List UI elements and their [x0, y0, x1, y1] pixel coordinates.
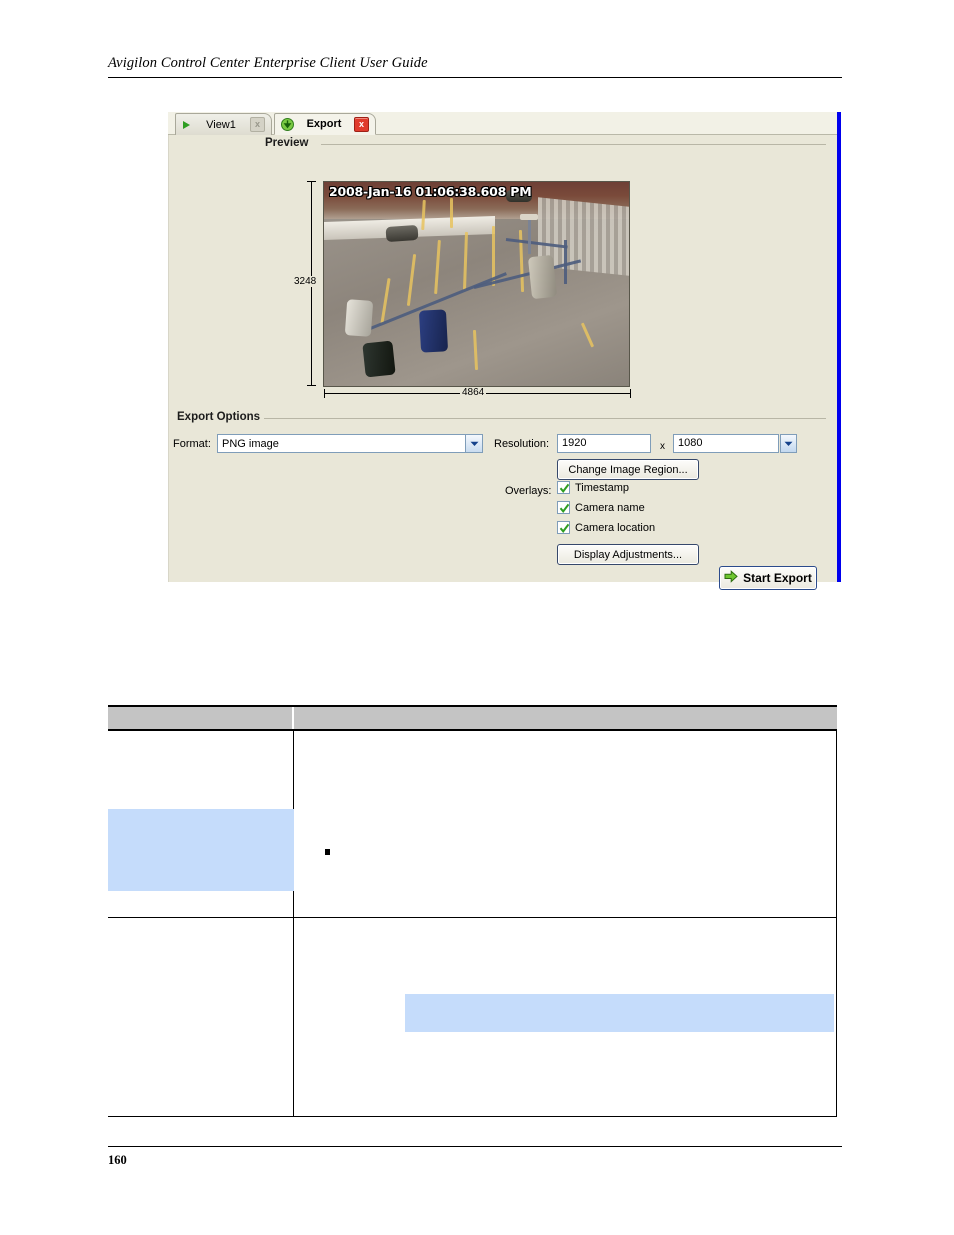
page-number: 160 [108, 1153, 127, 1167]
tab-export-label: Export [306, 118, 342, 130]
table-row [108, 918, 837, 1117]
start-export-label: Start Export [743, 571, 812, 585]
preview-light-head [520, 214, 538, 220]
overlay-camera-name-row[interactable]: Camera name [557, 501, 645, 514]
change-image-region-button[interactable]: Change Image Region... [557, 459, 699, 480]
header-divider [108, 77, 842, 78]
height-dimension-label: 3248 [292, 276, 319, 287]
export-panel: Preview 2008-Jan-16 01:06:38.608 PM 3248… [168, 135, 837, 590]
table-cell-content [294, 731, 837, 917]
download-arrow-icon [281, 117, 294, 131]
overlay-timestamp-checkbox[interactable] [557, 481, 570, 494]
overlay-timestamp-label: Timestamp [575, 481, 629, 494]
tab-view1[interactable]: View1 x [175, 113, 272, 135]
overlay-camera-name-label: Camera name [575, 501, 645, 514]
overlay-camera-name-checkbox[interactable] [557, 501, 570, 514]
resolution-preset-dropdown[interactable] [780, 434, 797, 453]
table-header-cell-1 [108, 707, 294, 729]
preview-image: 2008-Jan-16 01:06:38.608 PM [323, 181, 630, 387]
footer-divider [108, 1146, 842, 1147]
export-options-group-line [261, 418, 826, 419]
preview-group-line [321, 144, 826, 145]
resolution-height-input[interactable]: 1080 [673, 434, 779, 453]
format-select[interactable]: PNG image [217, 434, 483, 453]
document-footer: 160 [108, 1146, 842, 1168]
table-header-cell-2 [294, 707, 837, 729]
tab-strip: View1 x Export x [168, 112, 837, 135]
tab-export[interactable]: Export x [274, 113, 376, 135]
preview-car [344, 299, 374, 337]
overlays-label: Overlays: [505, 485, 552, 497]
preview-car [362, 340, 396, 378]
play-icon [183, 120, 190, 129]
overlay-camera-location-label: Camera location [575, 521, 656, 534]
window-right-border [837, 112, 841, 582]
document-header-title: Avigilon Control Center Enterprise Clien… [108, 55, 428, 71]
table-header-row [108, 707, 837, 731]
table-cell-content [294, 918, 837, 1116]
tab-export-close-icon[interactable]: x [354, 116, 369, 132]
start-export-button[interactable]: Start Export [719, 566, 817, 590]
preview-stripe [450, 198, 453, 228]
reference-table [108, 705, 837, 1117]
preview-car [385, 224, 419, 243]
overlay-timestamp-row[interactable]: Timestamp [557, 481, 629, 494]
preview-car [527, 254, 558, 300]
resolution-separator: x [660, 441, 665, 452]
table-row [108, 731, 837, 918]
display-adjustments-button[interactable]: Display Adjustments... [557, 544, 699, 565]
width-dimension-label: 4864 [460, 387, 487, 398]
width-dimension-cap-right [630, 389, 631, 398]
export-options-group-label: Export Options [173, 411, 265, 423]
preview-lightpole [528, 218, 531, 254]
overlay-camera-location-row[interactable]: Camera location [557, 521, 655, 534]
preview-timestamp-overlay: 2008-Jan-16 01:06:38.608 PM [329, 184, 532, 199]
format-label: Format: [173, 438, 211, 450]
overlay-camera-location-checkbox[interactable] [557, 521, 570, 534]
resolution-width-input[interactable]: 1920 [557, 434, 651, 453]
chevron-down-icon[interactable] [465, 435, 482, 452]
table-cell-label [108, 918, 294, 1116]
tab-view1-close-icon[interactable]: x [250, 117, 265, 132]
resolution-label: Resolution: [494, 438, 550, 450]
width-dimension-cap-left [324, 389, 325, 398]
preview-car [418, 309, 449, 353]
document-header: Avigilon Control Center Enterprise Clien… [108, 55, 842, 78]
highlight-block [108, 809, 294, 891]
green-arrow-icon [724, 570, 738, 586]
highlight-block [405, 994, 834, 1032]
format-select-value: PNG image [222, 437, 279, 450]
tab-view1-label: View1 [206, 118, 236, 131]
height-dimension-cap-bottom [307, 385, 316, 386]
preview-post [564, 240, 567, 284]
height-dimension-cap-top [307, 181, 316, 182]
application-screenshot: View1 x Export x Preview 2008-Jan-16 01:… [168, 112, 841, 590]
preview-group-label: Preview [261, 137, 313, 149]
bullet-marker [325, 849, 330, 855]
table-cell-label [108, 731, 294, 917]
